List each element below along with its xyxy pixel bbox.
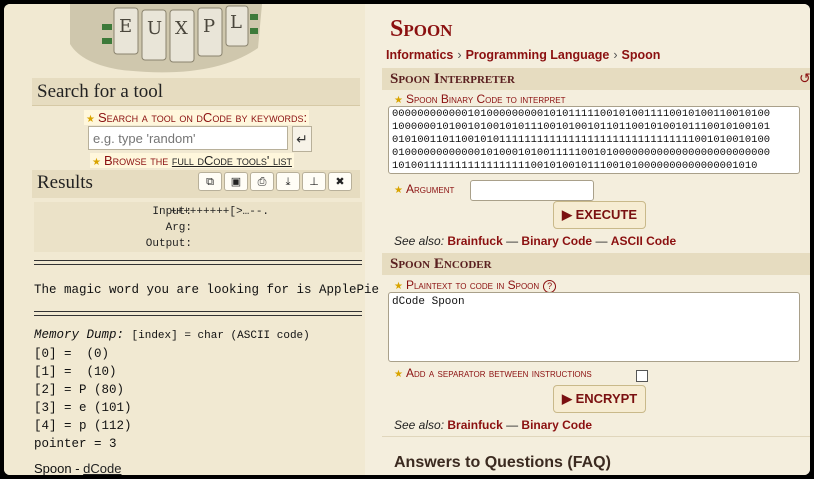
copy-icon[interactable]: ⧉ <box>198 172 222 191</box>
reload-icon[interactable]: ↺ <box>799 70 810 87</box>
plaintext-label: ★ Plaintext to code in Spoon? <box>394 278 557 293</box>
main-content: Spoon Informatics › Programming Language › S… <box>380 4 810 475</box>
memory-row: [3] = e (101) <box>34 401 132 415</box>
separator-label: ★ Add a separator between instructions <box>394 366 592 380</box>
ascii-code-link[interactable]: ASCII Code <box>611 234 676 248</box>
pin-icon[interactable]: ⊥ <box>302 172 326 191</box>
binary-code-link[interactable]: Binary Code <box>521 418 592 432</box>
print-icon[interactable]: ⎙ <box>250 172 274 191</box>
memory-row: [2] = P (80) <box>34 383 125 397</box>
breadcrumb-item[interactable]: Spoon <box>622 48 661 62</box>
star-icon: ★ <box>92 157 101 168</box>
dcode-link[interactable]: dCode <box>83 461 121 475</box>
star-icon: ★ <box>86 114 95 125</box>
svg-text:P: P <box>203 16 215 37</box>
svg-text:U: U <box>147 18 162 39</box>
svg-text:L: L <box>230 12 242 33</box>
brainfuck-link[interactable]: Brainfuck <box>447 418 502 432</box>
breadcrumb: Informatics › Programming Language › Spoon <box>386 48 661 62</box>
argument-label: ★ Argument <box>394 182 455 196</box>
svg-text:X: X <box>175 18 188 39</box>
memory-row: [1] = (10) <box>34 365 117 379</box>
breadcrumb-item[interactable]: Informatics <box>386 48 453 62</box>
star-icon: ★ <box>394 95 403 106</box>
result-text: The magic word you are looking for is Ap… <box>34 283 380 297</box>
page-title: Spoon <box>390 16 453 42</box>
divider <box>382 436 810 437</box>
memory-row: [0] = (0) <box>34 347 110 361</box>
browser-viewport: EUXPL Search for a tool ★ Search a tool o… <box>4 4 810 475</box>
star-icon: ★ <box>394 185 403 196</box>
memory-dump-title: Memory Dump: [index] = char (ASCII code) <box>34 328 310 342</box>
see-also-interpreter: See also: Brainfuck — Binary Code — ASCI… <box>394 234 677 248</box>
see-also-encoder: See also: Brainfuck — Binary Code <box>394 418 593 432</box>
keywords-label: ★ Search a tool on dCode by keywords: <box>84 110 310 125</box>
divider <box>34 260 362 265</box>
left-sidebar: EUXPL Search for a tool ★ Search a tool o… <box>4 4 379 475</box>
divider <box>34 311 362 316</box>
brainfuck-link[interactable]: Brainfuck <box>447 234 502 248</box>
svg-text:E: E <box>119 16 132 37</box>
code-label: ★ Spoon Binary Code to interpret <box>394 92 566 106</box>
argument-input[interactable] <box>470 180 594 201</box>
binary-code-link[interactable]: Binary Code <box>521 234 592 248</box>
pointer-value: pointer = 3 <box>34 437 117 451</box>
footer-credit: Spoon - dCode <box>34 461 122 475</box>
breadcrumb-item[interactable]: Programming Language <box>466 48 610 62</box>
encoder-heading: Spoon Encoder <box>382 253 810 275</box>
io-summary: Input: +++++++++[>…--. Arg: Output: <box>34 202 362 252</box>
memory-row: [4] = p (112) <box>34 419 132 433</box>
arg-label: Arg: <box>165 222 192 234</box>
dcode-logo: EUXPL <box>70 4 262 73</box>
separator-checkbox[interactable] <box>636 370 648 382</box>
enter-icon[interactable]: ↵ <box>292 126 312 152</box>
output-label: Output: <box>145 238 192 250</box>
download-icon[interactable]: ⤓ <box>276 172 300 191</box>
close-icon[interactable]: ✖ <box>328 172 352 191</box>
browse-tools-link[interactable]: ★ Browse the full dCode tools' list <box>90 153 294 168</box>
input-value: +++++++++[>…--. <box>170 206 270 218</box>
plaintext-textarea[interactable]: dCode Spoon <box>388 292 800 362</box>
star-icon: ★ <box>394 281 403 292</box>
execute-button[interactable]: ▶ EXECUTE <box>553 201 647 229</box>
save-icon[interactable]: ▣ <box>224 172 248 191</box>
search-tool-heading: Search for a tool <box>32 78 360 106</box>
interpreter-heading: Spoon Interpreter <box>382 68 810 90</box>
star-icon: ★ <box>394 369 403 380</box>
encrypt-button[interactable]: ▶ ENCRYPT <box>553 385 647 413</box>
spoon-code-textarea[interactable]: 0000000000001010000000001010111110010100… <box>388 106 800 174</box>
faq-heading: Answers to Questions (FAQ) <box>394 454 611 471</box>
search-input[interactable] <box>88 126 288 150</box>
